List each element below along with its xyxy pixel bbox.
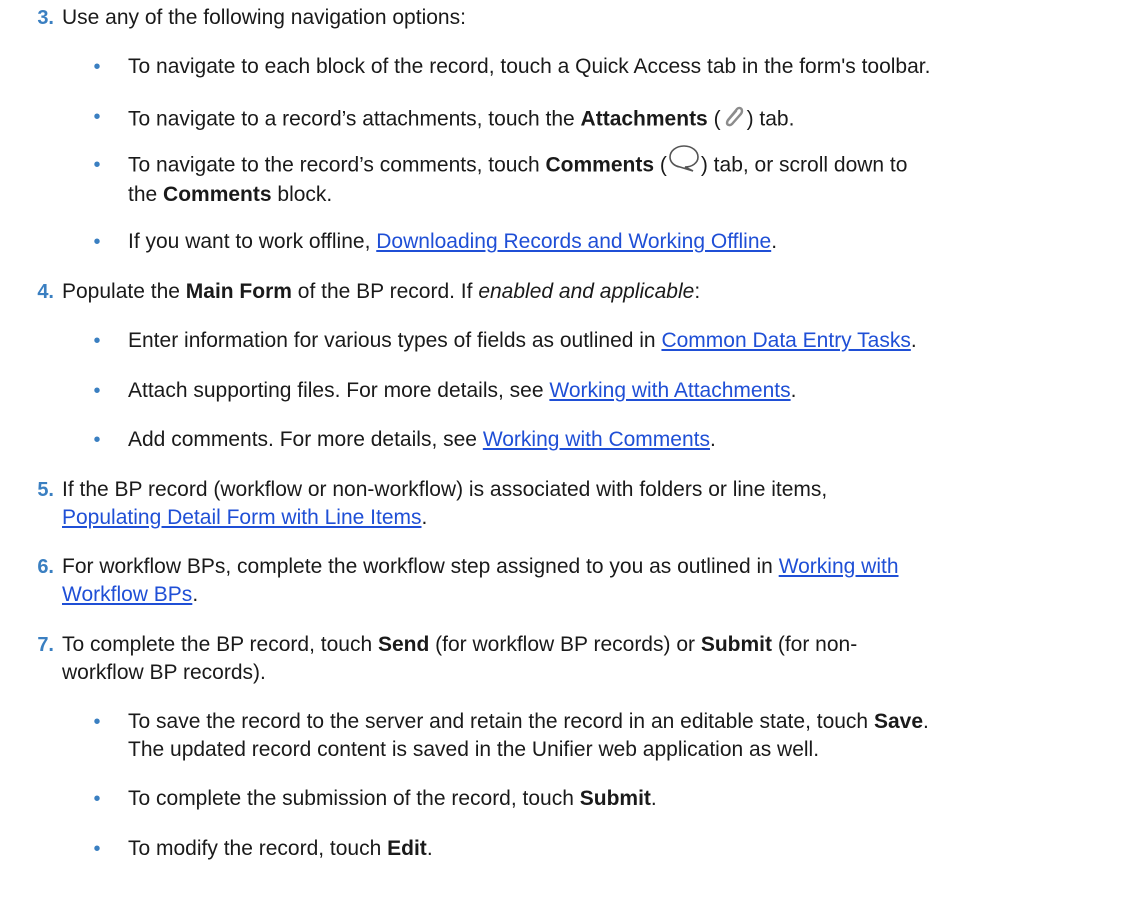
link-common-data-entry[interactable]: Common Data Entry Tasks: [661, 329, 910, 352]
link-working-with-workflow-bps[interactable]: Working with: [779, 555, 899, 578]
text-segment: (for non-: [772, 633, 858, 656]
link-working-with-comments[interactable]: Working with Comments: [483, 428, 710, 451]
bullet-text: To navigate to the record’s comments, to…: [128, 145, 1133, 209]
text-segment: .: [771, 230, 778, 253]
text-segment: block.: [271, 183, 333, 206]
text-segment: .: [790, 379, 797, 402]
step-number: 5.: [37, 479, 54, 501]
italic-phrase: enabled and applicable: [478, 280, 695, 303]
text-segment: .: [192, 583, 199, 606]
text-segment: :: [694, 280, 701, 303]
text-segment: .: [426, 837, 433, 860]
text-segment: (for workflow BP records) or: [429, 633, 701, 656]
bullet-dot: •: [93, 231, 101, 253]
link-downloading-records[interactable]: Downloading Records and Working Offline: [376, 230, 771, 253]
text-segment: ) tab, or scroll down to: [700, 153, 908, 177]
link-populating-detail-form[interactable]: Populating Detail Form with Line Items: [62, 506, 422, 529]
text-segment: To navigate to the record’s comments, to…: [128, 153, 546, 177]
bullet-dot: •: [93, 429, 101, 451]
bullet-text: If you want to work offline, Downloading…: [128, 228, 1133, 256]
text-segment: .: [910, 329, 917, 352]
bullet-dot: •: [93, 380, 101, 402]
comments-label: Comments: [545, 153, 655, 177]
paperclip-icon: [721, 103, 747, 137]
bullet-text: Add comments. For more details, see Work…: [128, 426, 1133, 454]
speech-bubble-icon: [667, 143, 701, 181]
text-segment: Add comments. For more details, see: [128, 428, 483, 451]
attachments-label: Attachments: [580, 107, 708, 131]
text-segment: (: [654, 153, 667, 177]
text-segment: workflow BP records).: [62, 661, 266, 684]
text-segment: .: [923, 710, 929, 733]
text-segment: the: [128, 183, 164, 206]
text-segment: If the BP record (workflow or non-workfl…: [62, 478, 828, 501]
bullet-text: To modify the record, touch Edit.: [128, 835, 1133, 863]
bullet-text: To navigate to a record’s attachments, t…: [128, 103, 1133, 137]
text-segment: .: [710, 428, 716, 451]
submit-action-label: Submit: [579, 787, 651, 810]
step-text: If the BP record (workflow or non-workfl…: [62, 476, 1132, 532]
text-segment: Attach supporting files. For more detail…: [128, 379, 550, 402]
step-text: Populate the Main Form of the BP record.…: [62, 278, 1132, 306]
bullet-text: To complete the submission of the record…: [128, 785, 1133, 813]
text-segment: of the BP record. If: [291, 280, 479, 303]
comments-block-label: Comments: [163, 183, 272, 206]
document-page: 3. Use any of the following navigation o…: [0, 0, 1139, 899]
bullet-dot: •: [93, 838, 101, 860]
step-text: For workflow BPs, complete the workflow …: [62, 553, 1132, 609]
link-working-with-attachments[interactable]: Working with Attachments: [549, 379, 790, 402]
text-segment: (: [707, 107, 721, 131]
bullet-dot: •: [93, 56, 101, 78]
bullet-text: Enter information for various types of f…: [128, 327, 1133, 355]
text-segment: Enter information for various types of f…: [128, 329, 662, 352]
text-segment: For workflow BPs, complete the workflow …: [62, 555, 779, 578]
step-text: To complete the BP record, touch Send (f…: [62, 631, 1132, 687]
edit-label: Edit: [387, 837, 427, 860]
bullet-dot: •: [93, 330, 101, 352]
text-segment: .: [421, 506, 428, 529]
save-label: Save: [873, 710, 923, 733]
text-segment: The updated record content is saved in t…: [128, 738, 820, 761]
submit-label: Submit: [700, 633, 772, 656]
text-segment: Populate the: [62, 280, 186, 303]
send-label: Send: [377, 633, 430, 656]
step-number: 7.: [37, 634, 54, 656]
bullet-dot: •: [93, 788, 101, 810]
text-segment: To save the record to the server and ret…: [128, 710, 874, 733]
text-segment: To navigate to a record’s attachments, t…: [128, 107, 581, 131]
bullet-text: Attach supporting files. For more detail…: [128, 377, 1133, 405]
bullet-text: To save the record to the server and ret…: [128, 708, 1133, 764]
bullet-dot: •: [93, 711, 101, 733]
text-segment: To modify the record, touch: [128, 837, 388, 860]
text-segment: .: [650, 787, 657, 810]
bullet-dot: •: [93, 106, 101, 128]
bullet-text: To navigate to each block of the record,…: [128, 55, 931, 78]
main-form-label: Main Form: [185, 280, 292, 303]
step-number: 3.: [37, 7, 54, 29]
text-segment: To complete the BP record, touch: [62, 633, 378, 656]
step-number: 4.: [37, 281, 54, 303]
link-working-with-workflow-bps-cont[interactable]: Workflow BPs: [62, 583, 192, 606]
text-segment: To complete the submission of the record…: [128, 787, 580, 810]
text-segment: If you want to work offline,: [128, 230, 377, 253]
bullet-dot: •: [93, 154, 101, 176]
text-segment: ) tab.: [746, 107, 795, 131]
step-number: 6.: [37, 556, 54, 578]
step-text: Use any of the following navigation opti…: [62, 6, 466, 29]
